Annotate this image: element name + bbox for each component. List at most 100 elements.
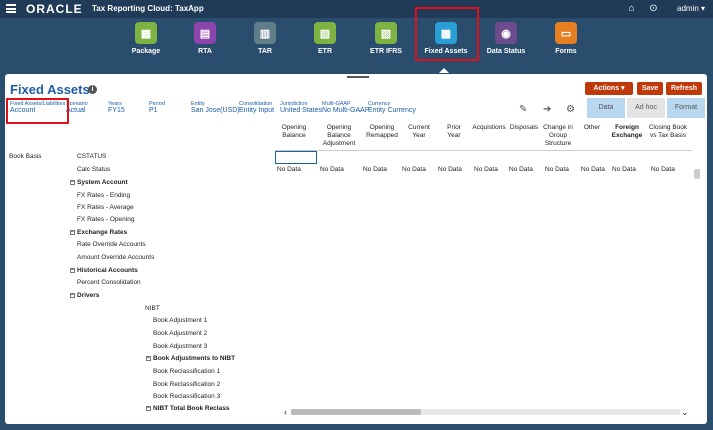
edit-pencil-icon[interactable]: ✎ [519, 104, 527, 115]
scroll-down-icon[interactable]: ⌄ [681, 407, 689, 418]
top-bar: ORACLE Tax Reporting Cloud: TaxApp ⌂ ⊙ a… [0, 0, 713, 18]
row-label[interactable]: − Exchange Rates [70, 229, 127, 236]
refresh-button[interactable]: Refresh [666, 82, 702, 95]
data-status-icon: ◉ [495, 22, 517, 44]
expand-icon[interactable]: − [146, 405, 151, 411]
data-cell[interactable]: No Data [545, 166, 569, 173]
horizontal-scroll-thumb[interactable] [291, 409, 421, 415]
nav-band: ▦ Package ▤ RTA ▥ TAR ▧ ETR ▧ ETR IFRS ▩ Fixed… [0, 18, 713, 74]
pov-selection-highlight [6, 98, 69, 124]
expand-icon[interactable]: − [70, 179, 75, 185]
data-cell[interactable]: No Data [277, 166, 301, 173]
nav-etr[interactable]: ▧ ETR [300, 22, 350, 55]
data-cell[interactable]: No Data [363, 166, 387, 173]
main-panel: Fixed Assets i Actions ▾ Save Refresh Fi… [5, 74, 707, 424]
expand-icon[interactable]: − [70, 229, 75, 235]
tab-format[interactable]: Format [667, 98, 705, 118]
data-cell[interactable]: No Data [651, 166, 675, 173]
data-cell[interactable]: No Data [402, 166, 426, 173]
nav-rta[interactable]: ▤ RTA [180, 22, 230, 55]
vertical-scrollbar[interactable] [694, 151, 701, 401]
scroll-left-icon[interactable]: ‹ [284, 407, 287, 417]
grid-divider [275, 150, 692, 151]
row-label: FX Rates - Average [77, 204, 134, 211]
nav-etr-ifrs[interactable]: ▧ ETR IFRS [361, 22, 411, 55]
tab-data[interactable]: Data [587, 98, 625, 118]
nav-selection-highlight [415, 7, 479, 61]
pov-years[interactable]: Years FY15 [108, 101, 125, 114]
pov-jurisdiction[interactable]: Jurisdiction United States [280, 101, 322, 114]
row-label: FX Rates - Opening [77, 216, 135, 223]
actions-button[interactable]: Actions ▾ [585, 82, 633, 95]
row-label: Book Reclassification 2 [153, 381, 221, 388]
row-label: CSTATUS [77, 153, 107, 160]
nav-package[interactable]: ▦ Package [121, 22, 171, 55]
row-label: Book Adjustment 3 [153, 343, 208, 350]
page-title: Fixed Assets [10, 82, 90, 97]
col-header: Closing Book vs Tax Basis [648, 124, 688, 139]
row-label: Rate Override Accounts [77, 241, 146, 248]
data-cell[interactable]: No Data [474, 166, 498, 173]
row-label: Book Adjustment 2 [153, 330, 208, 337]
row-label: Percent Consolidation [77, 279, 141, 286]
row-label[interactable]: − Drivers [70, 292, 99, 299]
data-cell[interactable]: No Data [581, 166, 605, 173]
pov-currency[interactable]: Currency Entity Currency [368, 101, 416, 114]
row-label[interactable]: − Historical Accounts [70, 267, 138, 274]
package-icon: ▦ [135, 22, 157, 44]
arrow-right-icon[interactable]: ➔ [543, 104, 551, 115]
gear-icon[interactable]: ⚙ [566, 104, 575, 115]
expand-icon[interactable]: − [70, 267, 75, 273]
panel-grip-handle[interactable] [347, 76, 369, 78]
forms-icon: ▭ [555, 22, 577, 44]
app-title: Tax Reporting Cloud: TaxApp [92, 4, 204, 13]
navigator-icon[interactable]: ⊙ [648, 3, 659, 14]
col-header: Current Year [408, 124, 430, 139]
row-label: Book Reclassification 1 [153, 368, 221, 375]
pov-scenario[interactable]: Scenario Actual [66, 101, 88, 114]
home-icon[interactable]: ⌂ [626, 3, 637, 14]
rta-icon: ▤ [194, 22, 216, 44]
pov-multi-gaap[interactable]: Multi-GAAP No Multi-GAAP [322, 101, 369, 114]
row-label: Calc Status [77, 166, 111, 173]
info-icon[interactable]: i [88, 85, 97, 94]
col-header: Prior Year [447, 124, 461, 139]
hamburger-menu-icon[interactable] [6, 4, 16, 13]
selected-caret-icon [439, 68, 449, 73]
col-header: Opening Balance Adjustment [322, 124, 356, 147]
tar-icon: ▥ [254, 22, 276, 44]
nav-data-status[interactable]: ◉ Data Status [481, 22, 531, 55]
oracle-logo: ORACLE [26, 2, 83, 16]
selected-cell[interactable] [275, 151, 317, 164]
pov-entity[interactable]: Entity San Jose(USD) [191, 101, 240, 114]
nav-forms[interactable]: ▭ Forms [541, 22, 591, 55]
col-header: Opening Remapped [366, 124, 398, 139]
pov-period[interactable]: Period P1 [149, 101, 165, 114]
row-label: Book Reclassification 3 [153, 393, 221, 400]
row-label: Book Adjustment 1 [153, 317, 208, 324]
etr-ifrs-icon: ▧ [375, 22, 397, 44]
data-cell[interactable]: No Data [320, 166, 344, 173]
row-label[interactable]: − Book Adjustments to NIBT [146, 355, 235, 362]
row-header-book-basis: Book Basis [9, 153, 42, 160]
row-label[interactable]: − System Account [70, 179, 128, 186]
data-cell[interactable]: No Data [509, 166, 533, 173]
tab-adhoc[interactable]: Ad hoc [627, 98, 665, 118]
col-header: Opening Balance [281, 124, 307, 139]
expand-icon[interactable]: − [70, 292, 75, 298]
pov-consolidation[interactable]: Consolidation Entity Input [239, 101, 274, 114]
col-header: Acquistions [472, 124, 506, 131]
expand-icon[interactable]: − [146, 355, 151, 361]
row-label: Amount Override Accounts [77, 254, 155, 261]
etr-icon: ▧ [314, 22, 336, 44]
row-label[interactable]: − NIBT Total Book Reclass [146, 405, 229, 412]
data-cell[interactable]: No Data [438, 166, 462, 173]
col-header: Disposals [509, 124, 539, 131]
save-button[interactable]: Save [637, 82, 663, 95]
nav-tar[interactable]: ▥ TAR [240, 22, 290, 55]
data-cell[interactable]: No Data [612, 166, 636, 173]
vertical-scroll-thumb[interactable] [694, 169, 700, 179]
col-header: Foreign Exchange [611, 124, 643, 139]
user-menu[interactable]: admin ▾ [677, 4, 705, 13]
col-header: Other [583, 124, 601, 131]
